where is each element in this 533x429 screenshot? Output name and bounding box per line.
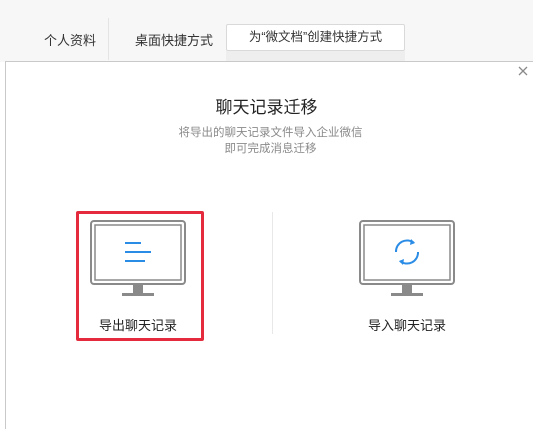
- create-shortcut-button[interactable]: 为“微文档”创建快捷方式: [226, 24, 405, 51]
- import-chat-label: 导入聊天记录: [368, 318, 447, 333]
- monitor-sync-icon: [359, 220, 455, 296]
- shortcut-label: 桌面快捷方式: [135, 33, 214, 48]
- dialog-subtitle-line2: 即可完成消息迁移: [224, 143, 317, 155]
- dialog-title: 聊天记录迁移: [215, 98, 318, 117]
- dialog-subtitle-line1: 将导出的聊天记录文件导入企业微信: [178, 127, 363, 139]
- settings-panel: 个人资料 桌面快捷方式 为“微文档”创建快捷方式: [0, 0, 533, 62]
- highlight-box: [76, 211, 204, 341]
- settings-divider: [108, 18, 109, 60]
- options-divider: [272, 212, 273, 334]
- close-icon[interactable]: [516, 64, 530, 78]
- import-chat-option[interactable]: 导入聊天记录: [347, 214, 467, 338]
- profile-label[interactable]: 个人资料: [44, 30, 96, 49]
